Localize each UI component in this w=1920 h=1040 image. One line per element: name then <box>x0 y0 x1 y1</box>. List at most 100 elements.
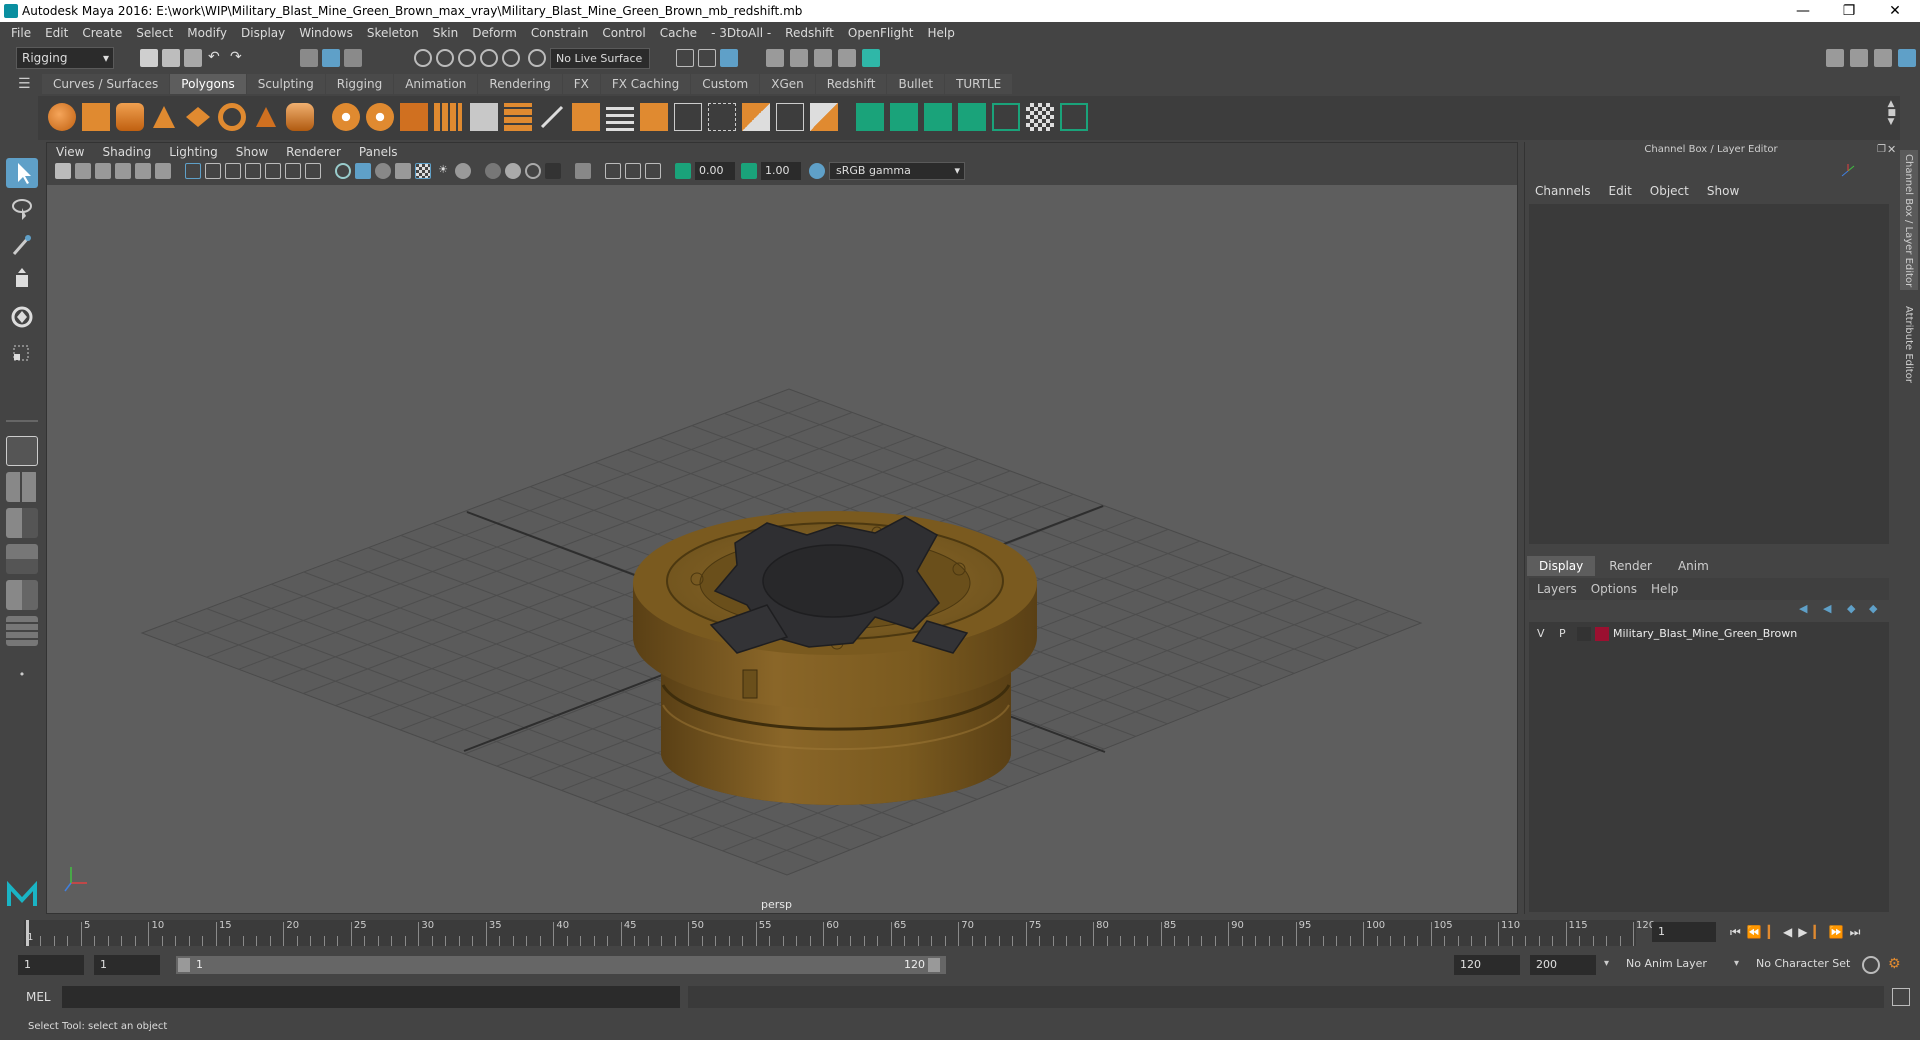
select-component-icon[interactable] <box>344 49 362 67</box>
panel-float-icon[interactable]: ❐ <box>1877 144 1886 155</box>
gamma-field[interactable]: 1.00 <box>761 162 801 180</box>
smooth-icon[interactable] <box>400 103 428 131</box>
select-hierarchy-icon[interactable] <box>300 49 318 67</box>
channel-box-options-icon[interactable] <box>1841 164 1855 178</box>
anti-aliasing-icon[interactable] <box>525 163 541 179</box>
shelf-tab-fx-caching[interactable]: FX Caching <box>600 74 691 94</box>
offset-edge-loop-icon[interactable] <box>708 103 736 131</box>
poly-prism-icon[interactable] <box>252 103 280 131</box>
playback-end-field[interactable]: 120 <box>1454 955 1520 975</box>
lights-icon[interactable]: ☀ <box>435 163 451 179</box>
command-input[interactable] <box>62 986 680 1008</box>
bevel-icon[interactable] <box>606 103 634 131</box>
play-forwards-icon[interactable]: ▶ <box>1798 925 1813 939</box>
persp-graph-icon[interactable] <box>6 544 38 574</box>
render-current-icon[interactable] <box>790 49 808 67</box>
cb-menu-show[interactable]: Show <box>1707 184 1739 198</box>
new-scene-icon[interactable] <box>140 49 158 67</box>
tab-attribute-editor[interactable]: Attribute Editor <box>1900 302 1918 402</box>
menu-skeleton[interactable]: Skeleton <box>367 26 419 40</box>
vp-menu-panels[interactable]: Panels <box>359 145 398 159</box>
layer-menu-layers[interactable]: Layers <box>1537 582 1577 596</box>
mirror-icon[interactable] <box>742 103 770 131</box>
poly-cone-icon[interactable] <box>150 103 178 131</box>
shelf-tab-redshift[interactable]: Redshift <box>815 74 887 94</box>
layer-tab-display[interactable]: Display <box>1527 556 1596 576</box>
image-plane-icon[interactable] <box>115 163 131 179</box>
2d-pan-zoom-icon[interactable] <box>135 163 151 179</box>
layout-options-icon[interactable]: • <box>6 660 38 690</box>
grease-pencil-icon[interactable] <box>155 163 171 179</box>
select-object-icon[interactable] <box>322 49 340 67</box>
persp-hypershade-icon[interactable] <box>6 580 38 610</box>
target-weld-icon[interactable] <box>572 103 600 131</box>
single-perspective-view-icon[interactable] <box>6 436 38 466</box>
shelf-tab-polygons[interactable]: Polygons <box>170 74 246 94</box>
construction-history-icon[interactable] <box>720 49 738 67</box>
planar-uv-icon[interactable] <box>890 103 918 131</box>
gamma-icon[interactable] <box>741 163 757 179</box>
anim-layer-dropdown[interactable]: No Anim Layer <box>1620 955 1732 975</box>
layer-menu-options[interactable]: Options <box>1591 582 1637 596</box>
rotate-tool-icon[interactable] <box>6 302 38 332</box>
select-tool-icon[interactable] <box>6 158 38 188</box>
menu-create[interactable]: Create <box>82 26 122 40</box>
cb-menu-channels[interactable]: Channels <box>1535 184 1591 198</box>
current-frame-field[interactable]: 1 <box>1652 922 1716 942</box>
channel-box-toggle-icon[interactable] <box>1898 49 1916 67</box>
wireframe-on-shaded-icon[interactable] <box>375 163 391 179</box>
isolate-select-icon[interactable] <box>575 163 591 179</box>
extract-icon[interactable] <box>434 103 462 131</box>
motion-blur-icon[interactable] <box>505 163 521 179</box>
step-forward-frame-icon[interactable]: ▎ <box>1813 925 1828 939</box>
hypershade-icon[interactable] <box>862 49 880 67</box>
channel-box-area[interactable] <box>1529 204 1889 544</box>
menu-skin[interactable]: Skin <box>433 26 459 40</box>
color-management-icon[interactable] <box>809 163 825 179</box>
move-layer-up-icon[interactable]: ◀ <box>1799 602 1813 616</box>
vp-menu-renderer[interactable]: Renderer <box>286 145 341 159</box>
menu-redshift[interactable]: Redshift <box>785 26 834 40</box>
play-backwards-icon[interactable]: ◀ <box>1783 925 1798 939</box>
xray-icon[interactable] <box>605 163 621 179</box>
lasso-tool-icon[interactable] <box>6 194 38 224</box>
shelf-tab-rendering[interactable]: Rendering <box>478 74 562 94</box>
restore-button[interactable]: ❐ <box>1826 0 1872 22</box>
film-gate-icon[interactable] <box>205 163 221 179</box>
shelf-tab-fx[interactable]: FX <box>562 74 600 94</box>
scale-tool-icon[interactable] <box>6 338 38 368</box>
bridge-icon[interactable] <box>470 103 498 131</box>
snap-view-icon[interactable] <box>480 49 498 67</box>
shelf-tab-sculpting[interactable]: Sculpting <box>246 74 325 94</box>
move-tool-icon[interactable] <box>6 266 38 296</box>
layer-row[interactable]: V P Military_Blast_Mine_Green_Brown <box>1529 624 1889 644</box>
range-end-handle[interactable] <box>928 958 940 972</box>
new-layer-selected-icon[interactable]: ◆ <box>1869 602 1883 616</box>
live-surface-field[interactable]: No Live Surface <box>550 48 650 69</box>
shelf-tab-animation[interactable]: Animation <box>394 74 478 94</box>
shelf-menu-icon[interactable]: ☰ <box>18 76 34 92</box>
menu-edit[interactable]: Edit <box>45 26 68 40</box>
command-language-label[interactable]: MEL <box>26 990 51 1004</box>
menu-windows[interactable]: Windows <box>299 26 353 40</box>
menu-constrain[interactable]: Constrain <box>531 26 589 40</box>
separate-icon[interactable] <box>366 103 394 131</box>
menu-3dtoall[interactable]: - 3DtoAll - <box>711 26 771 40</box>
unfold-icon[interactable] <box>1060 103 1088 131</box>
undo-icon[interactable]: ↶ <box>208 49 226 67</box>
shelf-tab-curves-surfaces[interactable]: Curves / Surfaces <box>42 74 170 94</box>
step-forward-key-icon[interactable]: ⏩ <box>1829 925 1850 939</box>
camera-icon[interactable] <box>55 163 71 179</box>
shelf-tab-xgen[interactable]: XGen <box>760 74 815 94</box>
layer-tab-render[interactable]: Render <box>1597 556 1664 576</box>
time-ruler[interactable]: 5 10 15 20 25 30 35 40 45 50 55 60 65 70 75 80 85 90 95 100… <box>24 920 1655 946</box>
time-slider[interactable]: 5 10 15 20 25 30 35 40 45 50 55 60 65 70 75 80 85 90 95 100… <box>0 918 1920 948</box>
camera-attributes-icon[interactable] <box>75 163 91 179</box>
chevron-down-icon[interactable]: ▾ <box>1604 958 1609 969</box>
vp-menu-show[interactable]: Show <box>236 145 268 159</box>
ipr-render-icon[interactable] <box>814 49 832 67</box>
shelf-tab-rigging[interactable]: Rigging <box>325 74 394 94</box>
menu-control[interactable]: Control <box>602 26 645 40</box>
go-to-start-icon[interactable]: ⏮ <box>1730 925 1747 939</box>
textured-icon[interactable] <box>415 163 431 179</box>
